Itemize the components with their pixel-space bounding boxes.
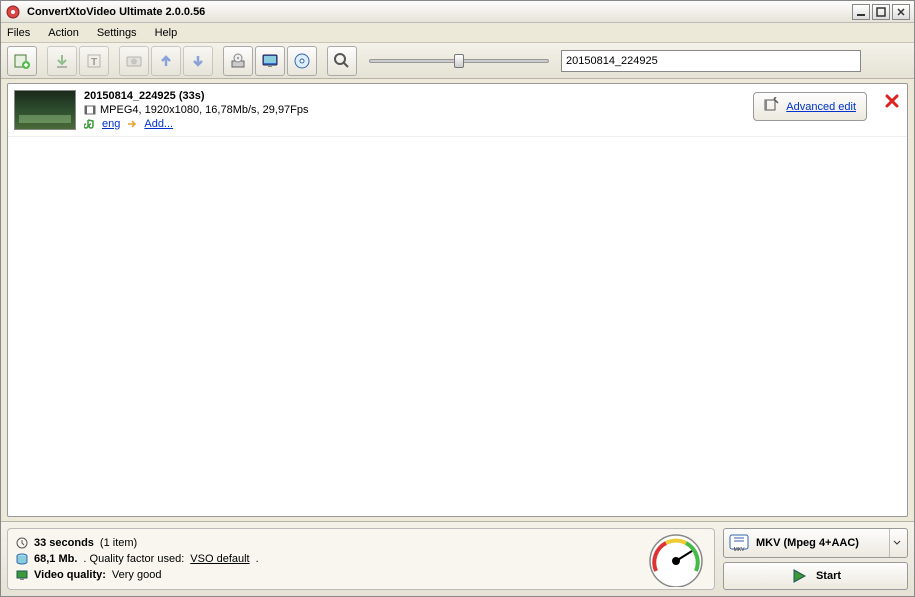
quality-gauge [646,531,706,587]
window-title: ConvertXtoVideo Ultimate 2.0.0.56 [27,6,852,18]
disk-icon [16,553,28,565]
item-count: (1 item) [100,537,137,549]
monitor-small-icon [16,569,28,581]
quality-value: Very good [112,569,162,581]
output-format-dropdown[interactable]: MKV MKV (Mpeg 4+AAC) [723,528,908,558]
mkv-icon: MKV [728,533,750,553]
format-label: MKV (Mpeg 4+AAC) [756,537,889,549]
menu-files[interactable]: Files [7,27,30,39]
filename-input[interactable] [561,50,861,72]
duration-value: 33 seconds [34,537,94,549]
clock-icon [16,537,28,549]
zoom-slider[interactable] [369,51,549,71]
text-button[interactable]: T [79,46,109,76]
window-controls [852,4,910,20]
add-audio-link[interactable]: Add... [144,118,173,130]
edit-icon [764,97,780,116]
remove-item-button[interactable] [883,92,901,110]
file-list: 20150814_224925 (33s) MPEG4, 1920x1080, … [7,83,908,517]
output-panel: MKV MKV (Mpeg 4+AAC) Start [723,528,908,590]
minimize-button[interactable] [852,4,870,20]
svg-text:T: T [91,57,97,68]
toolbar: T [1,43,914,79]
quality-factor-link[interactable]: VSO default [190,553,249,565]
quality-label: Video quality: [34,569,106,581]
maximize-button[interactable] [872,4,890,20]
codec-text: MPEG4, 1920x1080, 16,78Mb/s, 29,97Fps [100,104,309,116]
status-panel: 33 seconds (1 item) 68,1 Mb. . Quality f… [7,528,715,590]
close-button[interactable] [892,4,910,20]
start-label: Start [816,570,841,582]
size-value: 68,1 Mb. [34,553,77,565]
zoom-button[interactable] [327,46,357,76]
camera-button[interactable] [119,46,149,76]
video-thumbnail[interactable] [14,90,76,130]
add-file-button[interactable] [7,46,37,76]
chevron-down-icon [889,529,903,557]
list-item[interactable]: 20150814_224925 (33s) MPEG4, 1920x1080, … [8,84,907,137]
audio-icon [84,118,96,130]
burn-button[interactable] [223,46,253,76]
audio-lang-link[interactable]: eng [102,118,120,130]
disc-button[interactable] [287,46,317,76]
menu-settings[interactable]: Settings [97,27,137,39]
svg-text:MKV: MKV [734,547,746,553]
slider-track [369,59,549,63]
convert-down-button[interactable] [47,46,77,76]
start-button[interactable]: Start [723,562,908,590]
advanced-edit-button[interactable]: Advanced edit [753,92,867,121]
app-window: ConvertXtoVideo Ultimate 2.0.0.56 Files … [0,0,915,597]
advanced-edit-label: Advanced edit [786,101,856,113]
arrow-icon [126,118,138,130]
video-icon [84,104,96,116]
menubar: Files Action Settings Help [1,23,914,43]
menu-help[interactable]: Help [155,27,178,39]
status-duration: 33 seconds (1 item) [16,537,636,549]
move-up-button[interactable] [151,46,181,76]
size-text: . Quality factor used: [83,553,184,565]
move-down-button[interactable] [183,46,213,76]
slider-thumb[interactable] [454,54,464,68]
app-icon [5,4,21,20]
monitor-button[interactable] [255,46,285,76]
status-quality: Video quality: Very good [16,569,636,581]
menu-action[interactable]: Action [48,27,79,39]
titlebar: ConvertXtoVideo Ultimate 2.0.0.56 [1,1,914,23]
status-size: 68,1 Mb. . Quality factor used: VSO defa… [16,553,636,565]
statusbar: 33 seconds (1 item) 68,1 Mb. . Quality f… [1,521,914,596]
